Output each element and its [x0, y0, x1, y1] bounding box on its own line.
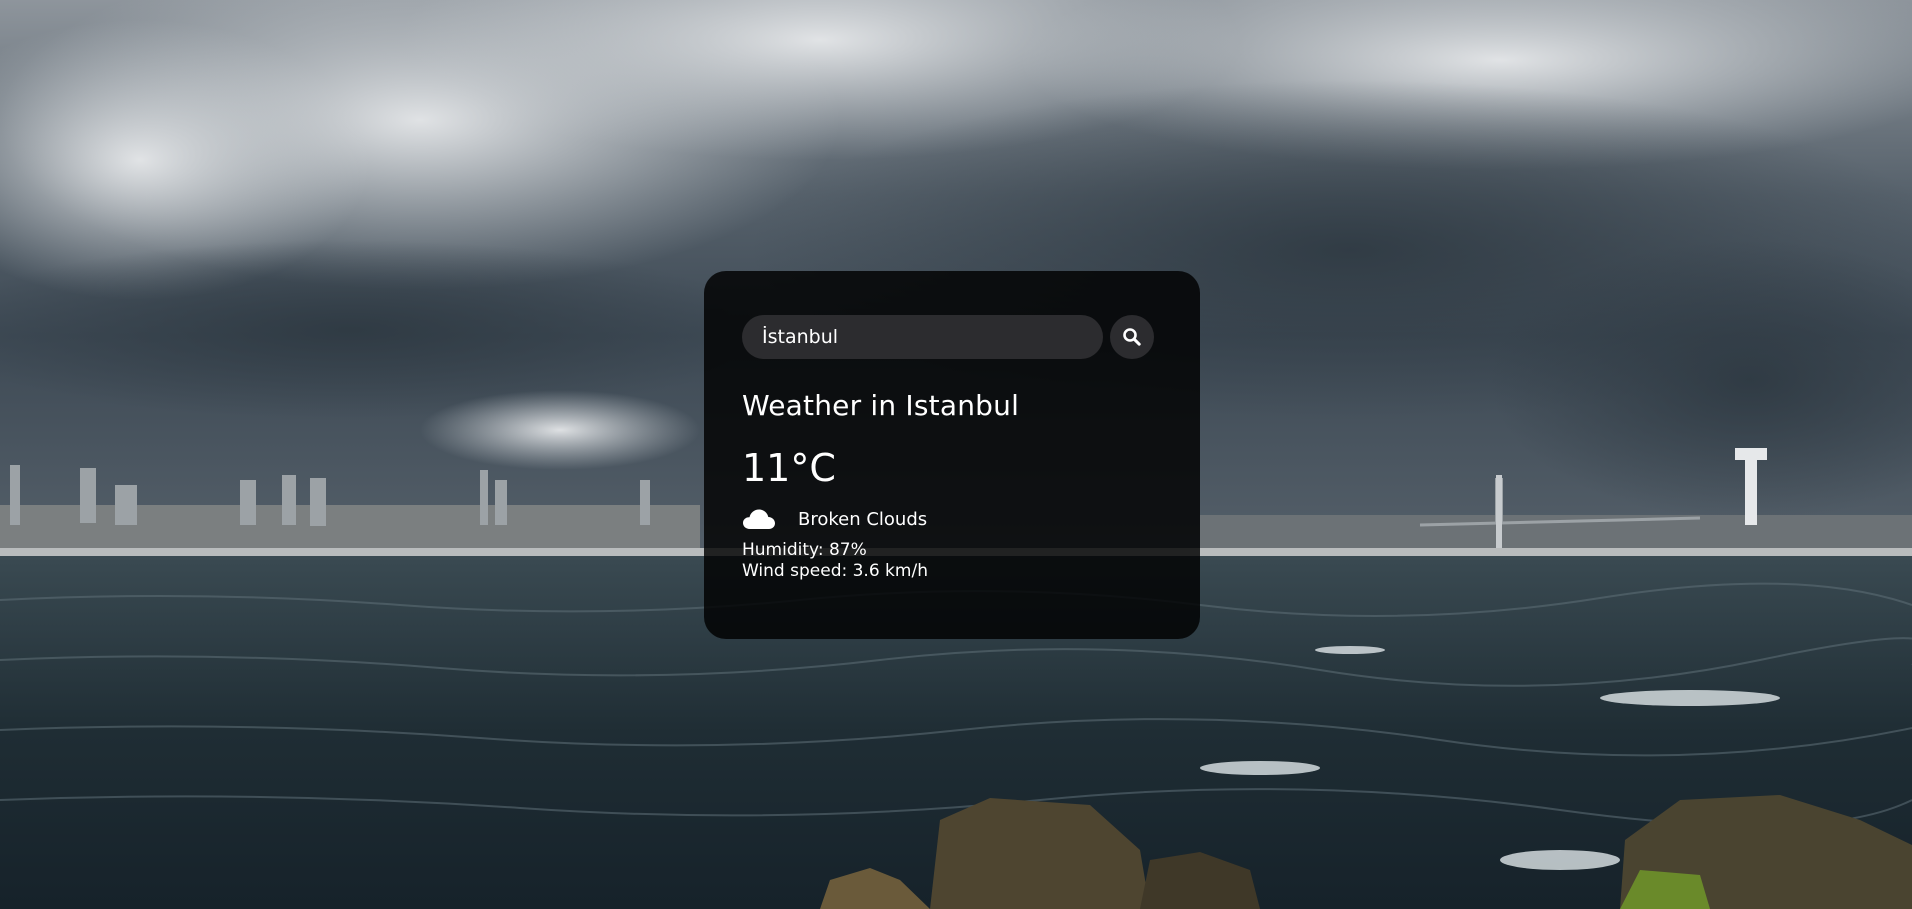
- humidity-text: Humidity: 87%: [742, 540, 867, 561]
- weather-description: Broken Clouds: [798, 508, 928, 530]
- city-title: Weather in Istanbul: [742, 389, 1020, 422]
- search-icon: [1123, 328, 1141, 346]
- search-bar: [742, 315, 1154, 359]
- search-input[interactable]: [742, 315, 1104, 359]
- condition-row: Broken Clouds: [742, 507, 1154, 531]
- weather-card: Weather in Istanbul 11°C Broken Clouds H…: [704, 271, 1200, 639]
- temperature: 11°C: [742, 445, 836, 490]
- search-button[interactable]: [1110, 315, 1154, 359]
- cloud-icon: [742, 507, 776, 531]
- wind-speed-text: Wind speed: 3.6 km/h: [742, 560, 928, 581]
